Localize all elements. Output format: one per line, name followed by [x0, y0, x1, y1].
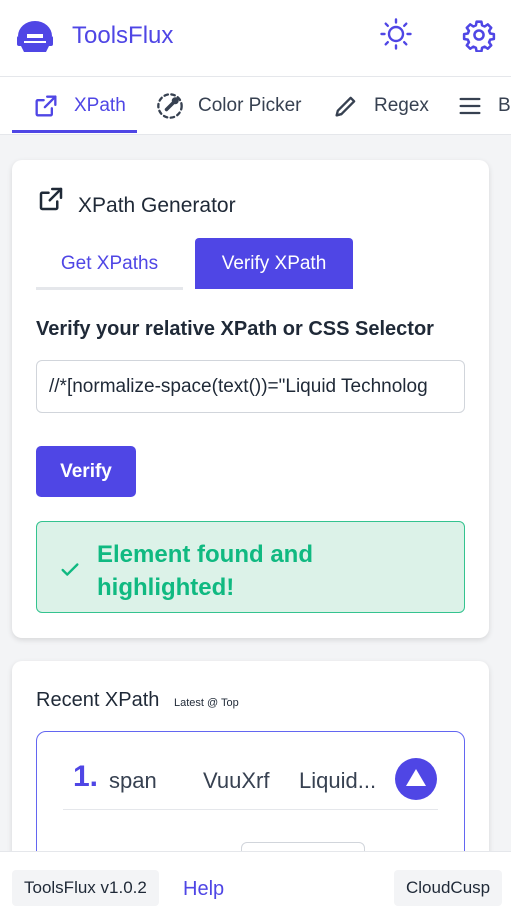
- row-attribute: VuuXrf: [203, 768, 270, 793]
- gear-icon[interactable]: [462, 18, 496, 52]
- tool-nav: XPath Color Picker Regex Ba: [0, 77, 511, 135]
- tab-regex-label: Regex: [374, 94, 429, 116]
- sun-icon[interactable]: [380, 18, 412, 50]
- triangle-up-icon: [406, 769, 426, 786]
- recent-title: Recent XPath: [36, 689, 160, 711]
- tab-get-xpaths[interactable]: Get XPaths: [36, 240, 183, 290]
- brand-badge[interactable]: CloudCusp: [394, 870, 503, 906]
- color-picker-icon: [157, 92, 183, 119]
- external-link-icon: [39, 187, 63, 211]
- app-title: ToolsFlux: [72, 22, 174, 49]
- app-header: ToolsFlux: [0, 0, 511, 77]
- row-tag: span: [109, 768, 157, 793]
- tab-color-picker[interactable]: Color Picker: [156, 77, 301, 134]
- app-footer: ToolsFlux v1.0.2 Help CloudCusp: [0, 851, 511, 908]
- menu-icon: [459, 97, 481, 114]
- version-badge: ToolsFlux v1.0.2: [12, 870, 159, 906]
- tab-xpath-label: XPath: [74, 94, 126, 116]
- tab-xpath[interactable]: XPath: [32, 77, 126, 134]
- verify-label: Verify your relative XPath or CSS Select…: [36, 318, 434, 340]
- check-icon: [61, 563, 79, 576]
- generator-title: XPath Generator: [78, 194, 236, 217]
- row-text: Liquid...: [299, 768, 377, 793]
- collapse-button[interactable]: [395, 758, 437, 800]
- active-tab-indicator: [12, 130, 137, 133]
- row-index: 1.: [73, 760, 99, 793]
- tab-more-label: Ba: [498, 94, 511, 116]
- row-divider: [63, 809, 438, 810]
- tab-color-picker-label: Color Picker: [198, 94, 302, 116]
- tab-verify-xpath[interactable]: Verify XPath: [195, 238, 353, 289]
- tab-regex[interactable]: Regex: [332, 77, 429, 134]
- logo-icon: [17, 21, 53, 52]
- tab-more[interactable]: Ba: [456, 77, 511, 134]
- pencil-icon: [335, 96, 356, 117]
- xpath-generator-card: XPath Generator Get XPaths Verify XPath …: [12, 160, 489, 638]
- recent-subtitle: Latest @ Top: [174, 697, 239, 709]
- success-alert: Element found and highlighted!: [36, 521, 465, 613]
- external-link-icon: [35, 95, 57, 117]
- success-message: Element found and highlighted!: [97, 541, 313, 601]
- verify-button[interactable]: Verify: [36, 446, 136, 497]
- xpath-input[interactable]: [36, 360, 465, 413]
- help-link[interactable]: Help: [183, 878, 224, 901]
